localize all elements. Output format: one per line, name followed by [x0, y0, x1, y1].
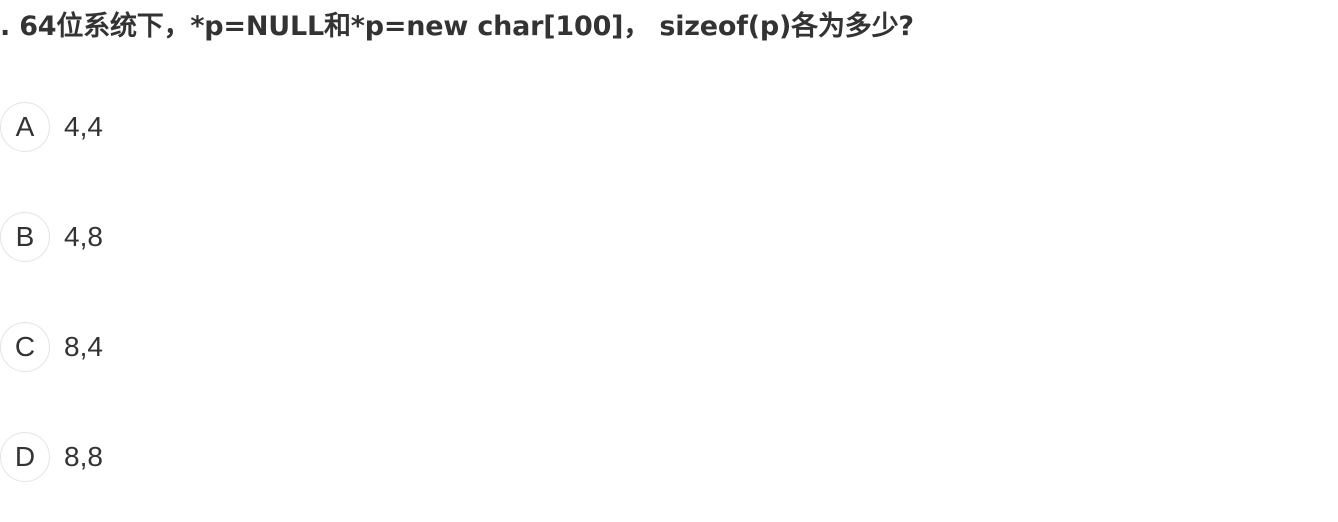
option-letter-circle[interactable]: A [0, 102, 50, 152]
option-c[interactable]: C 8,4 [0, 322, 103, 372]
option-text[interactable]: 4,8 [64, 212, 103, 262]
option-letter-circle[interactable]: C [0, 322, 50, 372]
option-letter-circle[interactable]: B [0, 212, 50, 262]
question-text: 64位系统下，*p=NULL和*p=new char[100]， sizeof(… [19, 11, 914, 42]
option-text[interactable]: 8,8 [64, 432, 103, 482]
option-d[interactable]: D 8,8 [0, 432, 103, 482]
option-text[interactable]: 4,4 [64, 102, 103, 152]
question-title: . 64位系统下，*p=NULL和*p=new char[100]， sizeo… [0, 8, 914, 46]
option-b[interactable]: B 4,8 [0, 212, 103, 262]
question-number: . [0, 11, 10, 42]
option-text[interactable]: 8,4 [64, 322, 103, 372]
option-letter-circle[interactable]: D [0, 432, 50, 482]
answer-options: A 4,4 B 4,8 C 8,4 D 8,8 [0, 102, 103, 522]
option-a[interactable]: A 4,4 [0, 102, 103, 152]
